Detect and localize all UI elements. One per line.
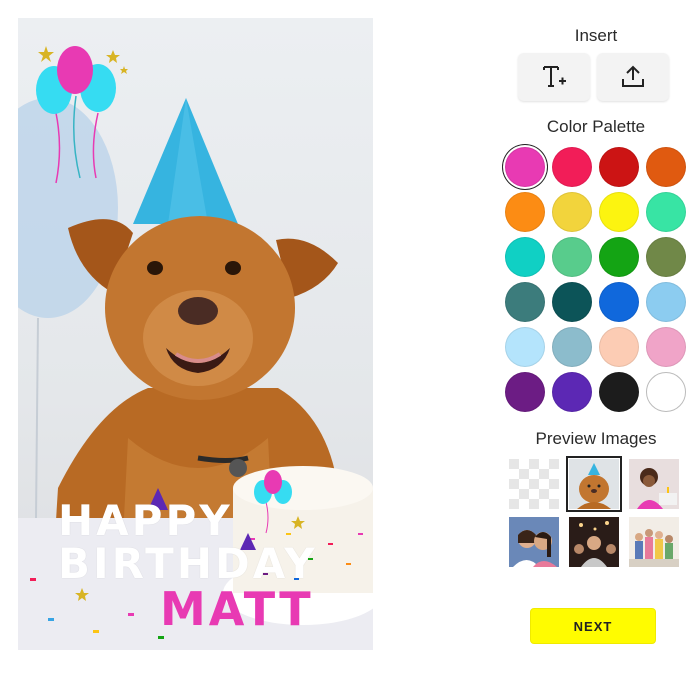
color-swatch[interactable]	[599, 147, 639, 187]
girl-birthday-photo-thumb	[629, 459, 679, 509]
add-text-icon	[543, 66, 566, 87]
dog-photo-thumb	[569, 459, 619, 509]
party-crowd-photo-thumb	[569, 517, 619, 567]
transparent-checker-image	[509, 459, 559, 509]
color-swatch[interactable]	[505, 282, 545, 322]
greeting-line-happy[interactable]: HAPPY	[58, 500, 233, 542]
color-swatch[interactable]	[646, 372, 686, 412]
color-swatch[interactable]	[646, 282, 686, 322]
color-swatch[interactable]	[552, 147, 592, 187]
color-swatch[interactable]	[552, 282, 592, 322]
preview-thumb-dog[interactable]	[566, 456, 622, 512]
color-swatch[interactable]	[505, 147, 545, 187]
couple-selfie-photo-thumb	[509, 517, 559, 567]
preview-thumb-girl-cake[interactable]	[629, 459, 679, 509]
color-swatch[interactable]	[646, 147, 686, 187]
color-swatch[interactable]	[505, 327, 545, 367]
greeting-name[interactable]: MATT	[160, 586, 314, 632]
color-swatch[interactable]	[505, 237, 545, 277]
color-swatch[interactable]	[599, 237, 639, 277]
color-palette	[505, 147, 687, 412]
color-swatch[interactable]	[599, 282, 639, 322]
color-swatch[interactable]	[505, 372, 545, 412]
greeting-line-birthday[interactable]: BIRTHDAY	[58, 543, 318, 585]
upload-icon	[622, 65, 644, 87]
color-swatch[interactable]	[552, 327, 592, 367]
preview-thumb-transparent[interactable]	[509, 459, 559, 509]
next-button[interactable]: NEXT	[530, 608, 656, 644]
color-swatch[interactable]	[646, 237, 686, 277]
add-text-button[interactable]	[518, 53, 590, 101]
color-palette-title: Color Palette	[546, 117, 646, 136]
color-swatch[interactable]	[646, 192, 686, 232]
color-swatch[interactable]	[505, 192, 545, 232]
preview-thumb-group[interactable]	[629, 517, 679, 567]
preview-thumb-couple[interactable]	[509, 517, 559, 567]
preview-thumb-party[interactable]	[569, 517, 619, 567]
group-celebration-photo-thumb	[629, 517, 679, 567]
photo-canvas[interactable]: HAPPY BIRTHDAY MATT	[18, 18, 373, 650]
color-swatch[interactable]	[552, 237, 592, 277]
color-swatch[interactable]	[599, 192, 639, 232]
color-swatch[interactable]	[599, 327, 639, 367]
insert-title: Insert	[574, 26, 618, 45]
upload-button[interactable]	[597, 53, 669, 101]
color-swatch[interactable]	[599, 372, 639, 412]
color-swatch[interactable]	[552, 192, 592, 232]
preview-images-grid	[509, 456, 681, 567]
preview-images-title: Preview Images	[535, 429, 657, 448]
color-swatch[interactable]	[646, 327, 686, 367]
color-swatch[interactable]	[552, 372, 592, 412]
